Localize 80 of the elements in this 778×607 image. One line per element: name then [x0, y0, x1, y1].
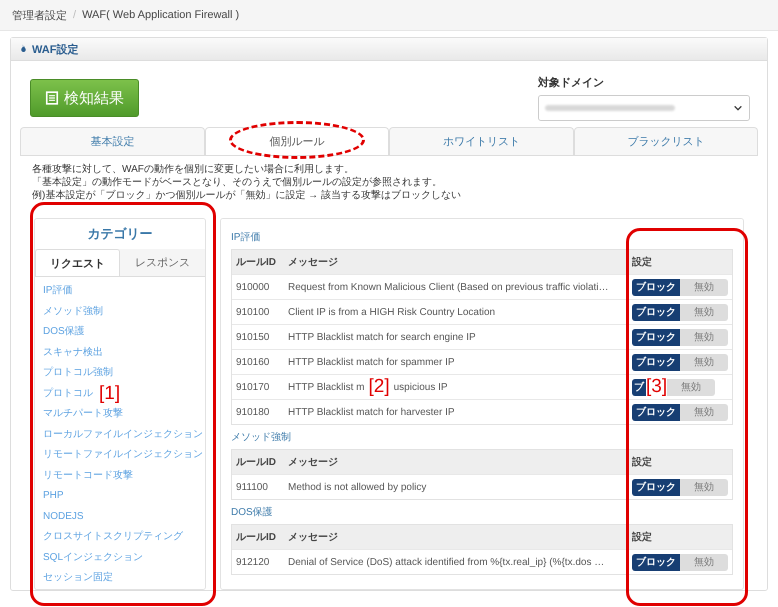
category-title: カテゴリー [86, 225, 154, 243]
toggle-option[interactable]: ブロック [632, 404, 680, 420]
toggle-option[interactable]: 無効 [680, 404, 728, 420]
column-header: ルールID [236, 456, 277, 469]
column-header: 設定 [632, 530, 653, 544]
category-link[interactable]: リモートファイルインジェクション [43, 447, 203, 464]
toggle-option[interactable]: ブロック [632, 278, 680, 296]
category-link[interactable]: マルチパート攻撃 [43, 406, 123, 422]
category-link[interactable]: クロスサイトスクリプティング [43, 529, 183, 546]
breadcrumb-item[interactable]: WAF( Web Application Firewall ) [82, 9, 240, 21]
rule-message: Denial of Service (DoS) attack identified from %{tx.real_ip} (%{tx.dos … [288, 556, 604, 568]
rule-message: Request from Known Malicious Client (Based on previous traffic violati… [288, 282, 609, 292]
column-header: ルールID [236, 531, 277, 544]
column-header: ルールID [236, 256, 277, 269]
category-link[interactable]: SQLインジェクション [43, 550, 144, 566]
toggle-option[interactable]: ブロック [632, 328, 680, 346]
category-link[interactable]: セッション固定 [43, 570, 113, 586]
column-header: メッセージ [288, 531, 339, 544]
category-link[interactable]: プロトコル [43, 386, 93, 402]
annotation-label: [2] [368, 379, 390, 395]
rule-id: 911100 [236, 482, 269, 492]
category-link[interactable]: IP評価 [43, 283, 72, 300]
tab[interactable]: 基本設定 [20, 127, 204, 155]
rule-message: HTTP Blacklist match for search engine IP [288, 332, 476, 342]
category-link[interactable]: PHP [43, 488, 64, 504]
panel-title: WAF設定 [32, 42, 78, 56]
category-link[interactable]: DOS保護 [43, 324, 85, 340]
toggle-option[interactable]: 無効 [680, 304, 728, 320]
document-icon [45, 91, 59, 105]
rule-message: HTTP Blacklist m [288, 382, 364, 392]
rule-id: 910180 [236, 406, 270, 418]
rule-id: 910170 [236, 382, 270, 392]
rule-id: 910160 [236, 356, 270, 368]
rule-message: HTTP Blacklist match for harvester IP [288, 406, 455, 418]
toggle-option[interactable]: ブ [632, 378, 646, 396]
category-link[interactable]: ローカルファイルインジェクション [43, 426, 203, 443]
category-link[interactable]: リモートコード攻撃 [43, 468, 133, 484]
category-link[interactable]: スキャナ検出 [43, 344, 103, 361]
toggle-option[interactable]: ブロック [632, 304, 680, 320]
breadcrumb-item[interactable]: 管理者設定 [12, 8, 67, 22]
rule-id: 910100 [236, 306, 270, 318]
category-link[interactable]: プロトコル強制 [43, 365, 113, 382]
domain-label: 対象ドメイン [538, 76, 605, 90]
toggle-option[interactable]: ブロック [632, 478, 680, 496]
section-title: IP評価 [231, 230, 262, 245]
toggle-option[interactable]: 無効 [680, 478, 728, 496]
column-header: メッセージ [288, 256, 339, 269]
toggle-option[interactable]: 無効 [680, 554, 728, 570]
annotation-label: [3] [646, 379, 668, 395]
toggle-option[interactable]: ブロック [632, 354, 680, 370]
rule-message: Client IP is from a HIGH Risk Country Location [288, 306, 496, 318]
detection-results-button[interactable]: 検知結果 [30, 79, 139, 117]
tab[interactable]: ホワイトリスト [389, 127, 574, 155]
rule-message: uspicious IP [394, 382, 448, 392]
category-link[interactable]: NODEJS [43, 508, 84, 525]
rule-id: 910000 [236, 282, 270, 292]
toggle-option[interactable]: 無効 [680, 328, 728, 346]
toggle-option[interactable]: 無効 [667, 378, 716, 396]
column-header: メッセージ [288, 456, 339, 469]
toggle-option[interactable]: 無効 [680, 354, 728, 370]
tab[interactable]: ブラックリスト [574, 127, 758, 155]
toggle-option[interactable]: 無効 [680, 278, 728, 296]
breadcrumb-separator: / [73, 9, 76, 21]
category-link[interactable]: メソッド強制 [43, 304, 103, 320]
section-title: メソッド強制 [231, 430, 292, 445]
tab[interactable]: 個別ルール [204, 127, 389, 155]
rule-message: Method is not allowed by policy [288, 482, 426, 492]
rule-message: HTTP Blacklist match for spammer IP [288, 356, 455, 368]
annotation-label: [1] [99, 386, 120, 402]
description-text: 各種攻撃に対して、WAFの動作を個別に変更したい場合に利用します。 「基本設定」の動作モードがベースとなり、そのうえで個別ルールの設定が参照されます。 例)基本設定が「ブロック」かつ個別ルールが「無効」に設定 → 該当する攻撃はブロックしない [32, 163, 462, 202]
domain-select[interactable] [538, 95, 750, 121]
flame-icon [19, 43, 28, 55]
category-tab[interactable]: リクエスト [35, 249, 120, 276]
rule-id: 912120 [236, 556, 270, 568]
rule-id: 910150 [236, 332, 270, 342]
section-title: DOS保護 [231, 506, 274, 520]
category-tab[interactable]: レスポンス [120, 249, 205, 276]
toggle-option[interactable]: ブロック [632, 554, 680, 570]
column-header: 設定 [632, 255, 653, 269]
column-header: 設定 [632, 455, 653, 469]
